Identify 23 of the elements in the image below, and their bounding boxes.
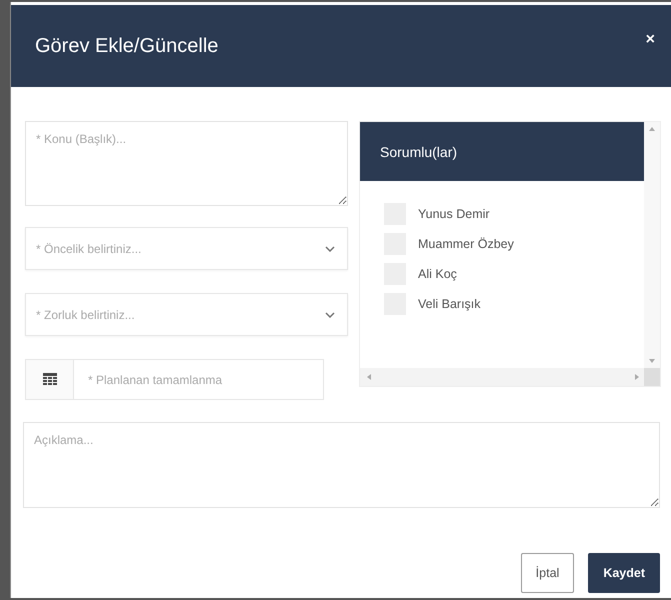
chevron-down-icon bbox=[325, 246, 335, 252]
date-field[interactable]: * Planlanan tamamlanma bbox=[25, 359, 324, 400]
chevron-down-icon bbox=[325, 312, 335, 318]
person-name: Muammer Özbey bbox=[418, 237, 514, 251]
cancel-button[interactable]: İptal bbox=[520, 553, 574, 593]
description-field[interactable]: Açıklama... bbox=[23, 422, 660, 508]
person-name: Veli Barışık bbox=[418, 297, 481, 311]
save-button[interactable]: Kaydet bbox=[588, 553, 660, 593]
scroll-up-icon[interactable] bbox=[649, 126, 655, 132]
subject-field[interactable]: * Konu (Başlık)... bbox=[25, 121, 348, 206]
vertical-scrollbar[interactable] bbox=[644, 122, 660, 368]
scrollbar-corner bbox=[644, 368, 660, 386]
scroll-left-icon[interactable] bbox=[366, 374, 372, 380]
panel-title: Sorumlu(lar) bbox=[380, 144, 458, 160]
dialog-title: Görev Ekle/Güncelle bbox=[35, 34, 218, 58]
calendar-icon bbox=[42, 373, 56, 386]
horizontal-scrollbar[interactable] bbox=[360, 368, 660, 386]
scroll-right-icon[interactable] bbox=[634, 374, 640, 380]
calendar-button[interactable] bbox=[26, 360, 74, 399]
person-name: Yunus Demir bbox=[418, 207, 490, 221]
person-name: Ali Koç bbox=[418, 267, 457, 281]
scroll-down-icon[interactable] bbox=[649, 358, 655, 364]
close-button[interactable]: × bbox=[646, 31, 655, 49]
